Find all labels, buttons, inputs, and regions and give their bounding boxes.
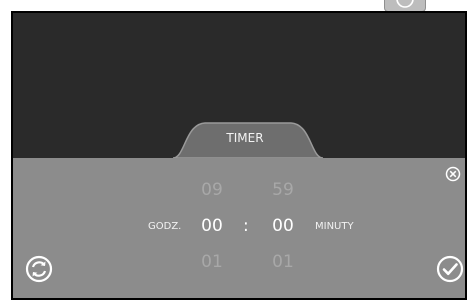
minutes-prev[interactable]: 59 [263,180,303,200]
minutes-value[interactable]: 00 [263,216,303,236]
tab-label: TIMER [226,131,264,145]
close-circle-icon[interactable] [445,166,461,182]
hours-prev[interactable]: 09 [192,180,232,200]
time-separator: : [243,216,249,236]
hours-label: GODZ. [148,221,182,232]
time-picker-panel: 09 GODZ. 00 01 : 59 00 MINUTY 01 [13,158,465,298]
minutes-label: MINUTY [315,221,354,232]
refresh-circle-icon[interactable] [25,255,53,283]
timer-screen: TIMER 09 GODZ. 00 01 : 59 00 MINUTY 01 [11,11,467,300]
check-circle-icon [396,0,414,8]
check-circle-icon[interactable] [436,255,464,283]
hours-next[interactable]: 01 [192,252,232,272]
minutes-next[interactable]: 01 [263,252,303,272]
hours-value[interactable]: 00 [192,216,232,236]
